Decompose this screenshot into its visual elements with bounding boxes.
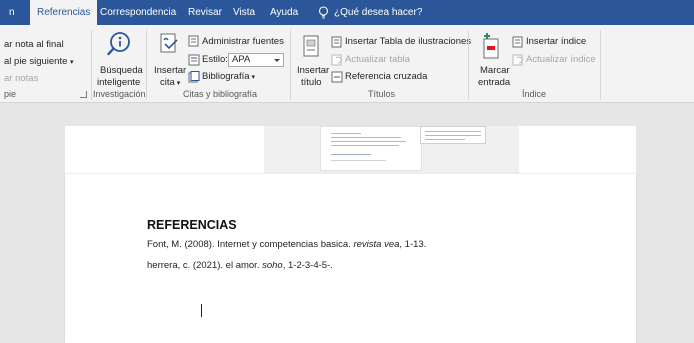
citation-style-select[interactable]: APA — [228, 53, 284, 67]
bibliography-button[interactable]: Bibliografía ▾ — [202, 71, 255, 82]
style-icon — [188, 54, 200, 66]
chevron-down-icon: ▾ — [174, 80, 181, 87]
insert-citation-icon — [160, 33, 178, 53]
reference-entry[interactable]: Font, M. (2008). Internet y competencias… — [147, 239, 426, 250]
update-index-icon — [512, 54, 523, 66]
group-label-research: Investigación — [93, 89, 146, 99]
tab-mailings[interactable]: Correspondencia — [100, 0, 176, 25]
group-label-citations: Citas y bibliografía — [183, 89, 258, 99]
update-table-button[interactable]: Actualizar tabla — [345, 54, 410, 65]
group-divider — [290, 30, 291, 100]
table-of-figures-icon — [331, 36, 342, 48]
tab-review[interactable]: Revisar — [188, 0, 222, 25]
mark-entry-button[interactable]: Marcar — [480, 65, 510, 76]
tab-references[interactable]: Referencias — [30, 0, 98, 25]
group-divider — [468, 30, 469, 100]
document-area[interactable]: REFERENCIAS Font, M. (2008). Internet y … — [0, 104, 694, 343]
insert-citation-dropdown[interactable]: cita ▾ — [160, 77, 180, 88]
group-divider — [91, 30, 92, 100]
chevron-down-icon: ▾ — [70, 59, 74, 66]
tab-insert-partial[interactable]: n — [9, 0, 15, 25]
reference-source: revista vea — [353, 239, 400, 250]
manage-sources-icon — [188, 35, 199, 47]
document-page[interactable]: REFERENCIAS Font, M. (2008). Internet y … — [65, 174, 636, 343]
group-label-footnotes: pie — [4, 89, 17, 99]
next-footnote-label: al pie siguiente — [4, 56, 68, 67]
next-footnote-button[interactable]: al pie siguiente ▾ — [4, 56, 74, 67]
insert-caption-button-line2[interactable]: título — [301, 77, 322, 88]
update-index-button[interactable]: Actualizar índice — [526, 54, 596, 65]
tab-help[interactable]: Ayuda — [270, 0, 298, 25]
citation-style-value: APA — [232, 54, 251, 65]
insert-index-icon — [512, 36, 523, 48]
manage-sources-button[interactable]: Administrar fuentes — [202, 36, 284, 47]
insert-citation-label: cita — [160, 77, 175, 88]
cross-reference-icon — [331, 71, 343, 83]
group-label-index: Índice — [522, 89, 547, 99]
insert-caption-button[interactable]: Insertar — [297, 65, 329, 76]
reference-text: Font, M. (2008). Internet y competencias… — [147, 239, 354, 250]
gallery-tooltip — [420, 126, 486, 144]
text-cursor — [201, 304, 202, 317]
update-table-icon — [331, 54, 342, 66]
group-label-captions: Títulos — [368, 89, 396, 99]
tell-me-search[interactable]: ¿Qué desea hacer? — [318, 0, 422, 25]
mark-entry-button-line2[interactable]: entrada — [478, 77, 510, 88]
reference-tail: , 1-13. — [399, 239, 427, 250]
insert-caption-icon — [303, 35, 319, 57]
cross-reference-button[interactable]: Referencia cruzada — [345, 71, 427, 82]
bibliography-gallery-thumbnail — [320, 126, 422, 171]
group-divider — [146, 30, 147, 100]
group-divider — [600, 30, 601, 100]
insert-endnote-button[interactable]: ar nota al final — [4, 39, 64, 50]
smart-lookup-button-line2[interactable]: inteligente — [97, 77, 140, 88]
reference-entry[interactable]: herrera, c. (2021). el amor. soho, 1-2-3… — [147, 260, 333, 271]
mark-entry-icon — [483, 33, 499, 59]
bibliography-icon — [188, 71, 200, 83]
show-notes-button[interactable]: ar notas — [4, 73, 38, 84]
ribbon: ar nota al final al pie siguiente ▾ ar n… — [0, 25, 694, 103]
chevron-down-icon — [274, 59, 280, 62]
insert-index-button[interactable]: Insertar índice — [526, 36, 586, 47]
dialog-launcher-icon[interactable] — [80, 91, 87, 98]
smart-lookup-icon — [107, 32, 130, 56]
insert-table-of-figures-button[interactable]: Insertar Tabla de ilustraciones — [345, 36, 471, 47]
smart-lookup-button[interactable]: Búsqueda — [100, 65, 143, 76]
reference-source: soho — [262, 260, 283, 271]
style-label: Estilo: — [202, 54, 228, 65]
bibliography-label: Bibliografía — [202, 71, 250, 82]
reference-text: herrera, c. (2021). el amor. — [147, 260, 263, 271]
tab-view[interactable]: Vista — [233, 0, 255, 25]
reference-tail: , 1-2-3-4-5-. — [282, 260, 333, 271]
references-heading[interactable]: REFERENCIAS — [147, 218, 237, 232]
tell-me-label: ¿Qué desea hacer? — [334, 7, 423, 18]
lightbulb-icon — [318, 5, 329, 19]
chevron-down-icon: ▾ — [249, 74, 255, 81]
ribbon-tab-bar: n Referencias Correspondencia Revisar Vi… — [0, 0, 694, 25]
insert-citation-button[interactable]: Insertar — [154, 65, 186, 76]
